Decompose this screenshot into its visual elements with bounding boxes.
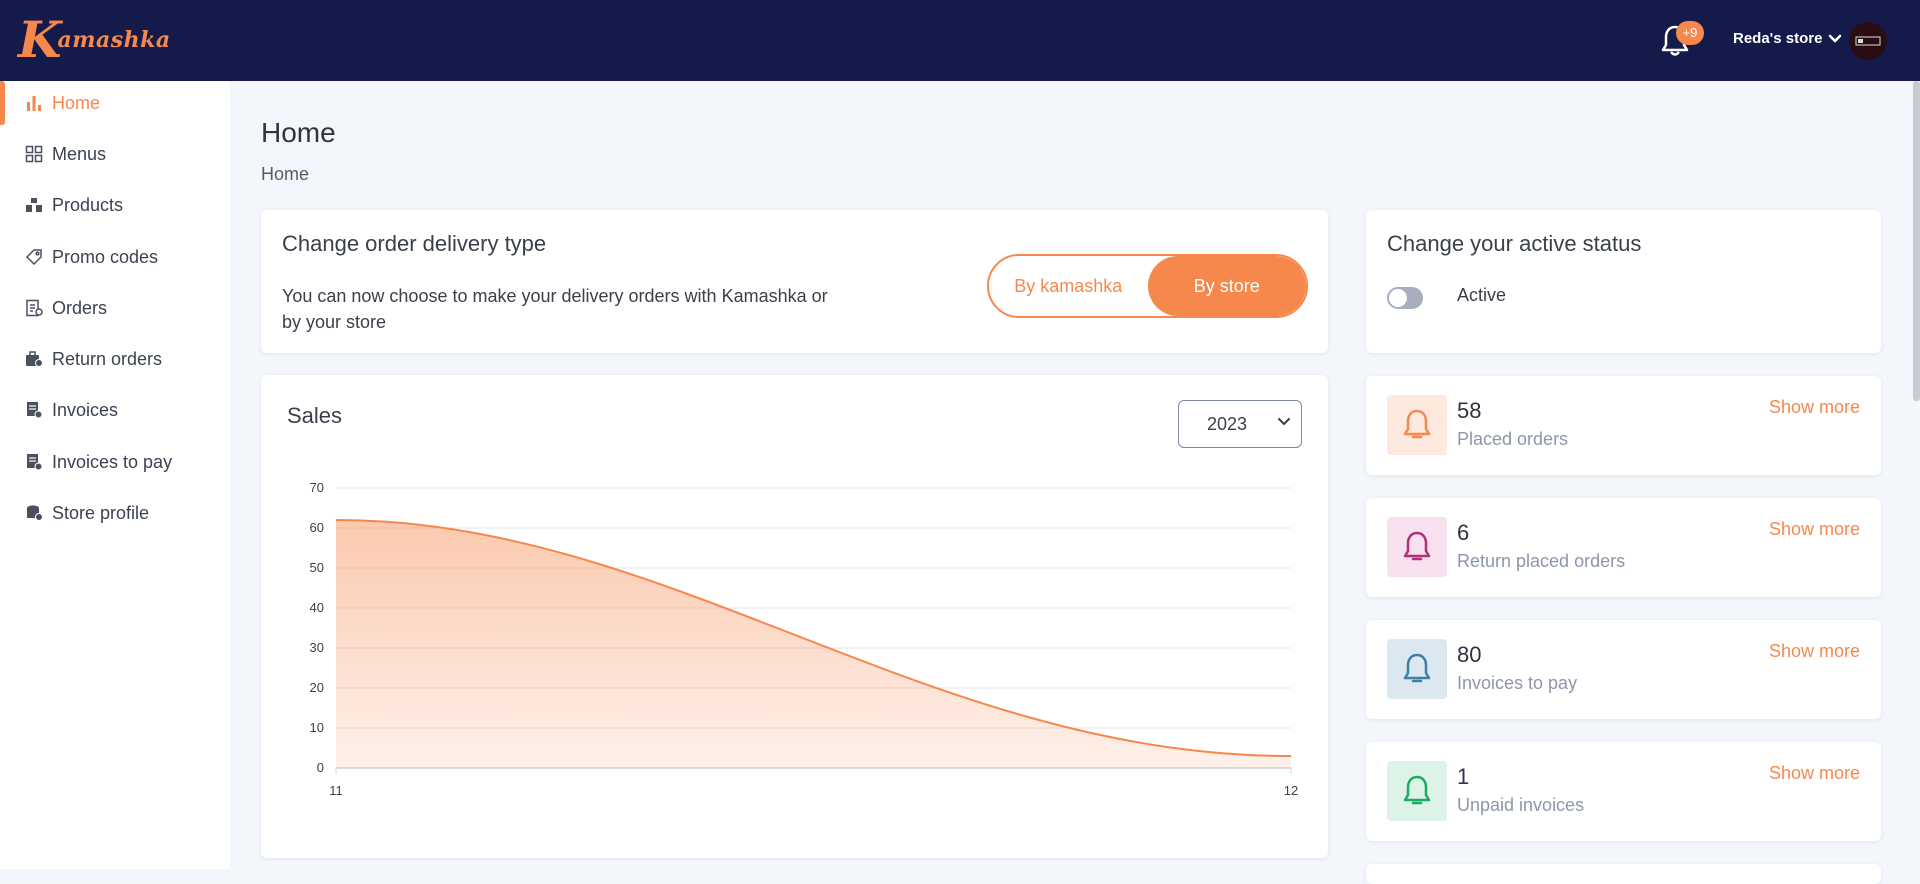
- notification-badge: +9: [1676, 21, 1704, 45]
- x-tick-label: 12: [1284, 783, 1298, 798]
- sidebar-item-promo-codes[interactable]: Promo codes: [0, 235, 230, 279]
- sidebar-item-label: Return orders: [52, 349, 162, 370]
- stat-card-partial: [1366, 864, 1881, 884]
- store-name: Reda's store: [1733, 30, 1822, 47]
- stat-value: 1: [1457, 764, 1469, 790]
- year-value: 2023: [1207, 414, 1247, 435]
- sales-chart: 0 10 20 30 40 50 60 70 11 12: [261, 375, 1328, 858]
- page-scrollbar[interactable]: [1913, 81, 1920, 401]
- y-tick-label: 0: [317, 760, 324, 775]
- y-tick-label: 70: [310, 480, 324, 495]
- invoice-pay-icon: [24, 452, 44, 472]
- sidebar-item-store-profile[interactable]: Store profile: [0, 491, 230, 535]
- sales-area: [336, 520, 1291, 768]
- sidebar-item-label: Store profile: [52, 503, 149, 524]
- sidebar-item-products[interactable]: Products: [0, 183, 230, 227]
- page-title: Home: [261, 117, 336, 149]
- boxes-icon: [24, 195, 44, 215]
- switch-knob: [1389, 289, 1407, 307]
- by-store-option[interactable]: By store: [1148, 256, 1307, 316]
- sidebar-item-label: Orders: [52, 298, 107, 319]
- active-status-label: Active: [1457, 285, 1506, 306]
- stat-card-invoices-to-pay: 80 Invoices to pay Show more: [1366, 620, 1881, 719]
- show-more-link[interactable]: Show more: [1769, 397, 1860, 418]
- stat-value: 6: [1457, 520, 1469, 546]
- invoice-icon: [24, 400, 44, 420]
- y-tick-label: 10: [310, 720, 324, 735]
- y-tick-label: 30: [310, 640, 324, 655]
- sidebar-item-orders[interactable]: Orders: [0, 286, 230, 330]
- grid-icon: [24, 144, 44, 164]
- sidebar-item-label: Invoices to pay: [52, 452, 172, 473]
- delivery-description-line: by your store: [282, 309, 828, 335]
- stat-value: 58: [1457, 398, 1481, 424]
- kamashka-logo[interactable]: K amashka: [18, 10, 171, 70]
- stat-value: 80: [1457, 642, 1481, 668]
- sidebar-item-home[interactable]: Home: [0, 81, 230, 125]
- show-more-link[interactable]: Show more: [1769, 641, 1860, 662]
- stat-label: Invoices to pay: [1457, 673, 1577, 694]
- sidebar-item-label: Invoices: [52, 400, 118, 421]
- stat-label: Placed orders: [1457, 429, 1568, 450]
- tag-icon: [24, 247, 44, 267]
- delivery-description: You can now choose to make your delivery…: [282, 283, 828, 335]
- sidebar-item-invoices[interactable]: Invoices: [0, 388, 230, 432]
- delivery-description-line: You can now choose to make your delivery…: [282, 283, 828, 309]
- sidebar-item-label: Products: [52, 195, 123, 216]
- active-status-switch[interactable]: [1387, 287, 1423, 309]
- sidebar-item-label: Promo codes: [52, 247, 158, 268]
- sidebar-item-return-orders[interactable]: Return orders: [0, 337, 230, 381]
- bell-icon: [1387, 395, 1447, 455]
- stat-label: Unpaid invoices: [1457, 795, 1584, 816]
- year-select[interactable]: 2023: [1178, 400, 1302, 448]
- logo-text: amashka: [57, 27, 170, 53]
- by-kamashka-option[interactable]: By kamashka: [989, 256, 1148, 316]
- bell-icon: [1387, 517, 1447, 577]
- active-status-title: Change your active status: [1387, 231, 1641, 257]
- show-more-link[interactable]: Show more: [1769, 763, 1860, 784]
- show-more-link[interactable]: Show more: [1769, 519, 1860, 540]
- stat-card-return-placed-orders: 6 Return placed orders Show more: [1366, 498, 1881, 597]
- y-tick-label: 20: [310, 680, 324, 695]
- y-tick-label: 40: [310, 600, 324, 615]
- active-status-card: Change your active status Active: [1366, 210, 1881, 353]
- sidebar-item-label: Home: [52, 93, 100, 114]
- delivery-type-toggle: By kamashka By store: [987, 254, 1308, 318]
- sidebar-item-invoices-to-pay[interactable]: Invoices to pay: [0, 440, 230, 484]
- y-tick-label: 50: [310, 560, 324, 575]
- sales-card: Sales 0102030405060701112: [261, 375, 1328, 858]
- stat-card-unpaid-invoices: 1 Unpaid invoices Show more: [1366, 742, 1881, 841]
- chevron-down-icon: [1277, 417, 1291, 427]
- stat-card-placed-orders: 58 Placed orders Show more: [1366, 376, 1881, 475]
- return-icon: [24, 349, 44, 369]
- y-tick-label: 60: [310, 520, 324, 535]
- logo-letter: K: [18, 15, 61, 65]
- bell-icon: [1387, 639, 1447, 699]
- sidebar: Home Menus Products Promo codes Orders R…: [0, 81, 230, 869]
- store-selector[interactable]: Reda's store: [1733, 30, 1842, 47]
- breadcrumb[interactable]: Home: [261, 164, 309, 185]
- bar-chart-icon: [24, 93, 44, 113]
- delivery-card-title: Change order delivery type: [282, 231, 546, 257]
- x-tick-label: 11: [329, 783, 343, 798]
- store-profile-icon: [24, 503, 44, 523]
- sidebar-item-menus[interactable]: Menus: [0, 132, 230, 176]
- orders-icon: [24, 298, 44, 318]
- top-bar: K amashka: [0, 0, 1920, 81]
- avatar[interactable]: [1849, 22, 1887, 60]
- chevron-down-icon: [1828, 34, 1842, 44]
- sidebar-item-label: Menus: [52, 144, 106, 165]
- bell-icon: [1387, 761, 1447, 821]
- stat-label: Return placed orders: [1457, 551, 1625, 572]
